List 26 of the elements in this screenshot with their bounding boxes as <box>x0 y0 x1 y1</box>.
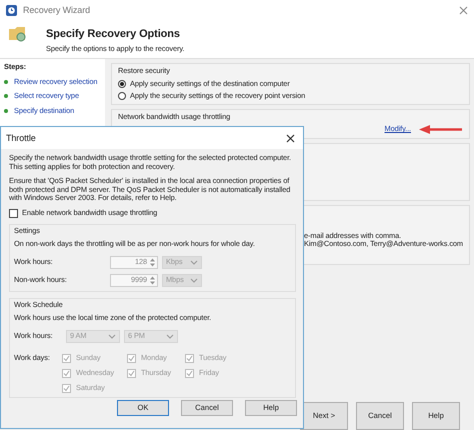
dialog-title: Throttle <box>6 132 36 144</box>
checkbox[interactable] <box>185 354 194 363</box>
checkbox[interactable] <box>127 354 136 363</box>
status-dot <box>4 108 8 113</box>
checkbox[interactable] <box>127 368 136 378</box>
checkbox[interactable] <box>9 208 18 218</box>
status-dot <box>4 94 8 98</box>
spinner-icon[interactable] <box>150 258 155 267</box>
checkbox[interactable] <box>62 368 71 378</box>
status-dot <box>4 80 8 84</box>
radio-button[interactable] <box>118 80 126 88</box>
close-icon[interactable] <box>286 134 295 142</box>
radio-button[interactable] <box>118 92 126 100</box>
caret-icon <box>166 334 174 339</box>
window-title: Recovery Wizard <box>23 4 90 16</box>
checkbox[interactable] <box>62 354 71 363</box>
arrow-icon <box>419 125 463 134</box>
caret-icon <box>190 278 198 283</box>
caret-icon <box>190 260 198 265</box>
folder-icon <box>8 24 26 42</box>
spinner-icon[interactable] <box>150 276 155 285</box>
checkbox[interactable] <box>185 368 194 378</box>
page-title: Specify Recovery Options <box>46 28 181 41</box>
checkbox[interactable] <box>62 384 71 393</box>
caret-icon <box>108 334 116 339</box>
clock-icon <box>6 4 17 16</box>
